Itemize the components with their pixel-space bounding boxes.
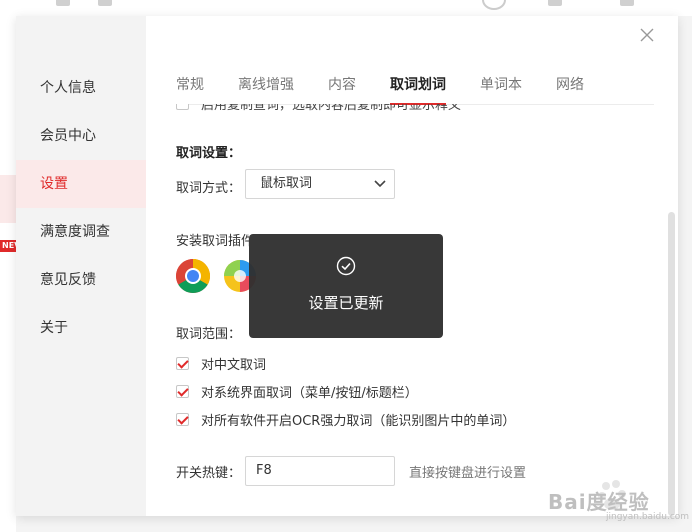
range-checkbox[interactable] bbox=[176, 412, 189, 426]
range-option-label: 对中文取词 bbox=[201, 357, 267, 373]
app-icon bbox=[98, 0, 112, 6]
app-icon bbox=[548, 0, 562, 6]
tab-general[interactable]: 常规 bbox=[176, 74, 204, 104]
range-label: 取词范围： bbox=[176, 327, 242, 342]
range-option-ocr[interactable]: 对所有软件开启OCR强力取词（能识别图片中的单词） bbox=[176, 410, 516, 429]
copy-lookup-option[interactable]: 启用复制查词，选取内容后复制即可显示释义 bbox=[176, 104, 576, 112]
tab-word-capture[interactable]: 取词划词 bbox=[390, 74, 446, 105]
sidebar-item-survey[interactable]: 满意度调查 bbox=[16, 208, 146, 256]
sidebar-item-profile[interactable]: 个人信息 bbox=[16, 64, 146, 112]
range-option-chinese[interactable]: 对中文取词 bbox=[176, 354, 267, 373]
copy-lookup-checkbox[interactable] bbox=[176, 104, 189, 110]
sidebar-item-membership[interactable]: 会员中心 bbox=[16, 112, 146, 160]
range-checkbox[interactable] bbox=[176, 356, 189, 370]
chrome-icon[interactable] bbox=[175, 258, 211, 294]
toast-notification: 设置已更新 bbox=[249, 234, 443, 338]
sidebar-item-about[interactable]: 关于 bbox=[16, 304, 146, 352]
tab-offline[interactable]: 离线增强 bbox=[238, 74, 294, 104]
tab-network[interactable]: 网络 bbox=[556, 74, 584, 104]
toast-message: 设置已更新 bbox=[308, 294, 384, 312]
range-checkbox[interactable] bbox=[176, 384, 189, 398]
method-select[interactable]: 鼠标取词 bbox=[245, 169, 395, 199]
copy-lookup-label: 启用复制查词，选取内容后复制即可显示释义 bbox=[201, 104, 462, 112]
check-circle-icon bbox=[336, 256, 356, 276]
plugin-label: 安装取词插件 bbox=[176, 234, 249, 249]
section-title: 取词设置： bbox=[176, 146, 242, 161]
method-label: 取词方式： bbox=[176, 181, 242, 196]
watermark-brand: Bai度经验 bbox=[548, 490, 650, 514]
background-app-sidebar bbox=[0, 16, 16, 532]
settings-tabs: 常规 离线增强 内容 取词划词 单词本 网络 bbox=[176, 74, 654, 105]
range-option-system-ui[interactable]: 对系统界面取词（菜单/按钮/标题栏） bbox=[176, 382, 418, 401]
chevron-down-icon bbox=[374, 180, 386, 188]
sidebar-item-settings[interactable]: 设置 bbox=[16, 160, 146, 208]
range-option-label: 对系统界面取词（菜单/按钮/标题栏） bbox=[201, 385, 418, 401]
close-icon[interactable] bbox=[638, 26, 656, 44]
hotkey-label: 开关热键： bbox=[176, 466, 242, 481]
method-select-value: 鼠标取词 bbox=[260, 176, 313, 191]
tab-content[interactable]: 内容 bbox=[328, 74, 356, 104]
tab-wordbook[interactable]: 单词本 bbox=[480, 74, 522, 104]
background-app-header bbox=[0, 0, 692, 16]
settings-sidebar: 个人信息 会员中心 设置 满意度调查 意见反馈 关于 bbox=[16, 16, 146, 516]
app-icon bbox=[56, 0, 70, 6]
avatar bbox=[482, 0, 506, 10]
app-icon bbox=[620, 0, 634, 6]
hotkey-input[interactable]: F8 bbox=[245, 456, 395, 486]
scrollbar-thumb[interactable] bbox=[668, 212, 675, 516]
settings-dialog: 个人信息 会员中心 设置 满意度调查 意见反馈 关于 常规 离线增强 内容 取词… bbox=[16, 16, 689, 522]
hotkey-hint: 直接按键盘进行设置 bbox=[409, 466, 527, 481]
watermark-url: jingyan.baidu.com bbox=[606, 512, 690, 522]
background-selected-item bbox=[0, 175, 16, 223]
range-option-label: 对所有软件开启OCR强力取词（能识别图片中的单词） bbox=[201, 413, 516, 429]
sidebar-item-feedback[interactable]: 意见反馈 bbox=[16, 256, 146, 304]
